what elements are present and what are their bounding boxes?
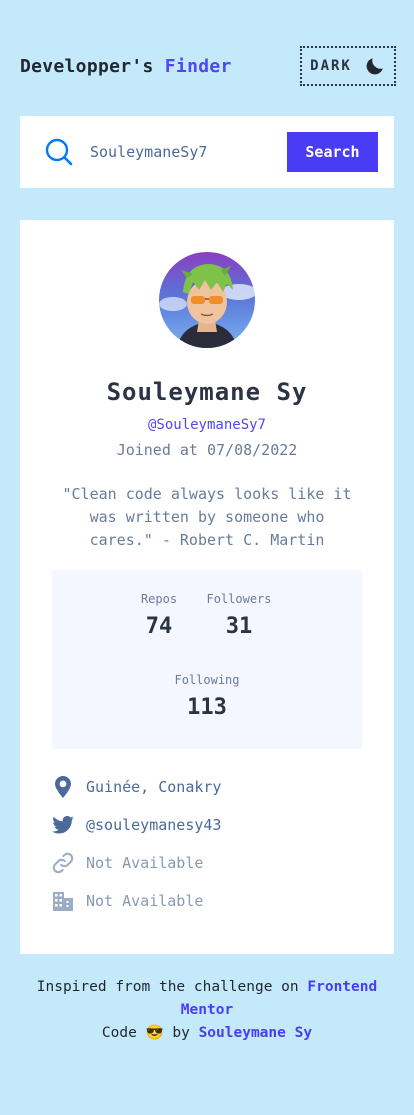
- footer-inspired-text: Inspired from the challenge on: [36, 979, 299, 995]
- link-icon: [52, 852, 74, 874]
- logo-accent-text: Finder: [164, 55, 232, 77]
- stat-followers: Followers 31: [194, 592, 284, 639]
- stat-followers-value: 31: [225, 614, 253, 639]
- search-icon: [45, 138, 73, 166]
- moon-icon: [366, 58, 383, 75]
- app-logo: Developper's Finder: [20, 56, 232, 77]
- search-input[interactable]: [90, 143, 287, 161]
- search-button[interactable]: Search: [287, 132, 378, 172]
- theme-toggle-label: DARK: [310, 58, 352, 74]
- author-link[interactable]: Souleymane Sy: [199, 1025, 313, 1041]
- sunglasses-emoji-icon: 😎: [145, 1025, 164, 1041]
- profile-joined-date: Joined at 07/08/2022: [116, 441, 298, 459]
- footer-by-text: by: [172, 1025, 190, 1041]
- theme-toggle-button[interactable]: DARK: [300, 46, 396, 86]
- logo-text: Developper's: [20, 55, 154, 77]
- website-row: Not Available: [52, 844, 221, 882]
- page-footer: Inspired from the challenge on Frontend …: [20, 976, 394, 1045]
- stats-panel: Repos 74 Followers 31 Following 113: [52, 570, 362, 749]
- stat-following-value: 113: [187, 695, 227, 720]
- profile-card: Souleymane Sy @SouleymaneSy7 Joined at 0…: [20, 220, 394, 954]
- building-icon: [52, 890, 74, 912]
- location-row: Guinée, Conakry: [52, 768, 221, 806]
- location-pin-icon: [52, 776, 74, 798]
- stat-repos-value: 74: [145, 614, 173, 639]
- footer-line-2: Code 😎 by Souleymane Sy: [20, 1022, 394, 1045]
- profile-login-link[interactable]: @SouleymaneSy7: [20, 417, 394, 433]
- stat-repos-label: Repos: [140, 592, 178, 606]
- twitter-text: @souleymanesy43: [86, 816, 222, 834]
- profile-bio: "Clean code always looks like it was wri…: [62, 485, 352, 549]
- stat-followers-label: Followers: [206, 592, 272, 606]
- stat-repos: Repos 74: [114, 592, 204, 639]
- search-bar: Search: [20, 116, 394, 188]
- footer-code-text: Code: [101, 1025, 137, 1041]
- footer-line-1: Inspired from the challenge on Frontend …: [20, 976, 394, 1022]
- location-text: Guinée, Conakry: [86, 778, 222, 796]
- avatar: [159, 252, 255, 348]
- website-text: Not Available: [86, 854, 204, 872]
- twitter-icon: [52, 814, 74, 836]
- company-text: Not Available: [86, 892, 204, 910]
- twitter-row[interactable]: @souleymanesy43: [52, 806, 221, 844]
- app-header: Developper's Finder DARK: [20, 46, 396, 86]
- stat-following-label: Following: [174, 673, 240, 687]
- profile-links: Guinée, Conakry @souleymanesy43 Not Avai…: [52, 768, 221, 920]
- stat-following: Following 113: [162, 673, 252, 720]
- profile-name: Souleymane Sy: [106, 378, 308, 406]
- company-row: Not Available: [52, 882, 221, 920]
